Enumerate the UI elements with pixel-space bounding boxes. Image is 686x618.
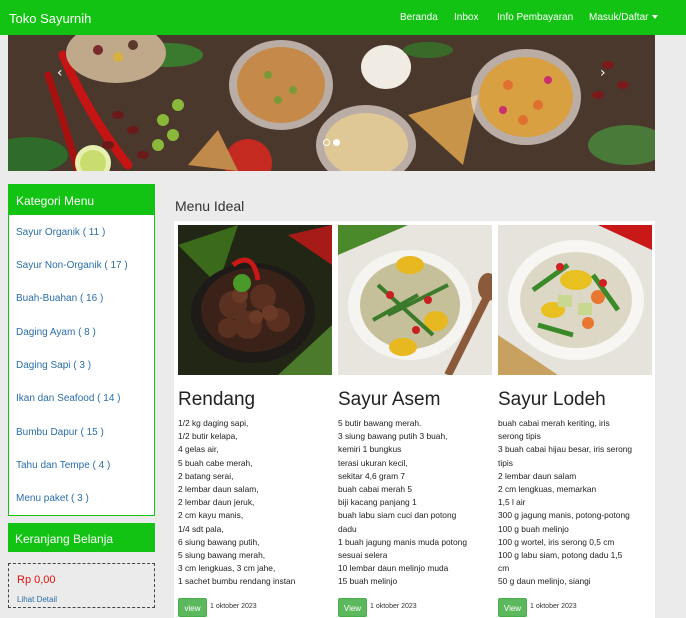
nav-link-beranda[interactable]: Beranda (400, 12, 438, 23)
ingredient-line: buah cabai merah keriting, iris (498, 418, 610, 428)
ingredient-line: 1/2 butir kelapa, (178, 431, 238, 442)
ingredient-line: 1 buah jagung manis muda potong (338, 536, 467, 547)
recipe-ingredients: buah cabai merah keriting, iris serong t… (498, 417, 652, 589)
chevron-right-icon[interactable]: › (600, 65, 606, 81)
recipe-image-sayur-lodeh[interactable] (498, 225, 652, 375)
carousel-indicator-active[interactable] (333, 139, 340, 146)
recipe-title: Sayur Lodeh (498, 389, 606, 410)
ingredient-line: sesuai selera (338, 550, 388, 561)
category-menu-title: Kategori Menu (9, 185, 154, 215)
recipe-title: Sayur Asem (338, 389, 441, 410)
ingredient-line: dadu (338, 523, 357, 534)
category-menu-panel: Kategori Menu Sayur Organik ( 11 ) Sayur… (8, 184, 155, 516)
ingredient-line: 50 g daun melinjo, siangi (498, 576, 591, 587)
ingredient-line: 2 lembar daun jeruk, (178, 497, 255, 508)
ingredient-line: 3 cm lengkuas, 3 cm jahe, (178, 563, 276, 574)
ingredient-line: 2 lembar daun salam (498, 470, 577, 481)
chevron-left-icon[interactable]: ‹ (57, 65, 63, 81)
ingredient-line: 4 gelas air, (178, 444, 219, 455)
category-item-buah-buahan[interactable]: Buah-Buahan ( 16 ) (16, 293, 103, 304)
ingredient-line: 1,5 l air (498, 497, 526, 508)
category-item-tahu-tempe[interactable]: Tahu dan Tempe ( 4 ) (16, 460, 110, 471)
ingredient-line: 300 g jagung manis, potong-potong (498, 510, 630, 521)
account-dropdown-label: Masuk/Daftar (589, 12, 649, 23)
recipe-image-sayur-asem[interactable] (338, 225, 492, 375)
category-item-ikan-seafood[interactable]: Ikan dan Seafood ( 14 ) (16, 393, 121, 404)
hero-carousel: ‹ › (8, 35, 655, 171)
category-item-sayur-non-organik[interactable]: Sayur Non-Organik ( 17 ) (16, 260, 128, 271)
view-button[interactable]: View (338, 598, 367, 617)
ingredient-line: cm (498, 563, 510, 574)
recipe-date: 1 oktober 2023 (530, 603, 577, 610)
recipe-ingredients: 5 butir bawang merah. 3 siung bawang put… (338, 417, 492, 589)
ingredient-line: 15 buah melinjo (338, 576, 398, 587)
ingredient-line: 1/2 kg daging sapi, (178, 418, 249, 428)
brand-logo-text[interactable]: Toko Sayurnih (9, 11, 91, 26)
ingredient-line: 1 sachet bumbu rendang instan (178, 576, 296, 587)
ingredient-line: buah cabai merah 5 (338, 484, 413, 495)
ingredient-line: serong tipis (498, 431, 541, 442)
ingredient-line: 2 lembar daun salam, (178, 484, 259, 495)
ingredient-line: 10 lembar daun melinjo muda (338, 563, 449, 574)
nav-link-inbox[interactable]: Inbox (454, 12, 478, 23)
account-dropdown[interactable]: Masuk/Daftar (589, 12, 659, 23)
ingredient-line: 6 siung bawang putih, (178, 536, 260, 547)
recipe-ingredients: 1/2 kg daging sapi, 1/2 butir kelapa, 4 … (178, 417, 332, 589)
ingredient-line: 100 g labu siam, potong dadu 1,5 (498, 550, 623, 561)
carousel-indicator[interactable] (323, 139, 330, 146)
caret-down-icon (652, 15, 659, 20)
cart-title: Keranjang Belanja (8, 523, 155, 552)
cart-detail-link[interactable]: Lihat Detail (17, 595, 57, 604)
recipe-image-rendang[interactable] (178, 225, 332, 375)
ingredient-line: kemiri 1 bungkus (338, 444, 402, 455)
ingredient-line: 2 batang serai, (178, 470, 234, 481)
cart-total-price: Rp 0,00 (17, 574, 56, 586)
top-navbar: Toko Sayurnih Beranda Inbox Info Pembaya… (0, 0, 686, 35)
ingredient-line: 1/4 sdt pala, (178, 523, 224, 534)
recipe-title: Rendang (178, 389, 256, 410)
ingredient-line: 2 cm lengkuas, memarkan (498, 484, 597, 495)
ingredient-line: 3 buah cabai hijau besar, iris serong (498, 444, 633, 455)
ingredient-line: 100 g buah melinjo (498, 523, 569, 534)
view-button[interactable]: view (178, 598, 207, 617)
category-item-daging-sapi[interactable]: Daging Sapi ( 3 ) (16, 360, 91, 371)
ingredient-line: sekitar 4,6 gram 7 (338, 470, 406, 481)
ingredient-line: terasi ukuran kecil, (338, 457, 408, 468)
ingredient-line: buah labu siam cuci dan potong (338, 510, 457, 521)
ingredient-line: biji kacang panjang 1 (338, 497, 417, 508)
ingredient-line: 100 g wortel, iris serong 0,5 cm (498, 536, 615, 547)
category-item-menu-paket[interactable]: Menu paket ( 3 ) (16, 493, 89, 504)
ingredient-line: 2 cm kayu manis, (178, 510, 244, 521)
view-button[interactable]: View (498, 598, 527, 617)
hero-banner-image (8, 35, 655, 171)
ingredient-line: 5 siung bawang merah, (178, 550, 266, 561)
ingredient-line: 3 siung bawang putih 3 buah, (338, 431, 448, 442)
section-title: Menu Ideal (175, 198, 245, 214)
ingredient-line: 5 buah cabe merah, (178, 457, 253, 468)
nav-link-info-pembayaran[interactable]: Info Pembayaran (497, 12, 573, 23)
category-item-daging-ayam[interactable]: Daging Ayam ( 8 ) (16, 327, 96, 338)
recipe-date: 1 oktober 2023 (210, 603, 257, 610)
category-item-sayur-organik[interactable]: Sayur Organik ( 11 ) (16, 227, 105, 238)
ingredient-line: tipis (498, 457, 513, 468)
category-item-bumbu-dapur[interactable]: Bumbu Dapur ( 15 ) (16, 427, 104, 438)
ingredient-line: 5 butir bawang merah. (338, 418, 422, 428)
cart-summary: Rp 0,00 Lihat Detail (8, 563, 155, 608)
recipe-date: 1 oktober 2023 (370, 603, 417, 610)
